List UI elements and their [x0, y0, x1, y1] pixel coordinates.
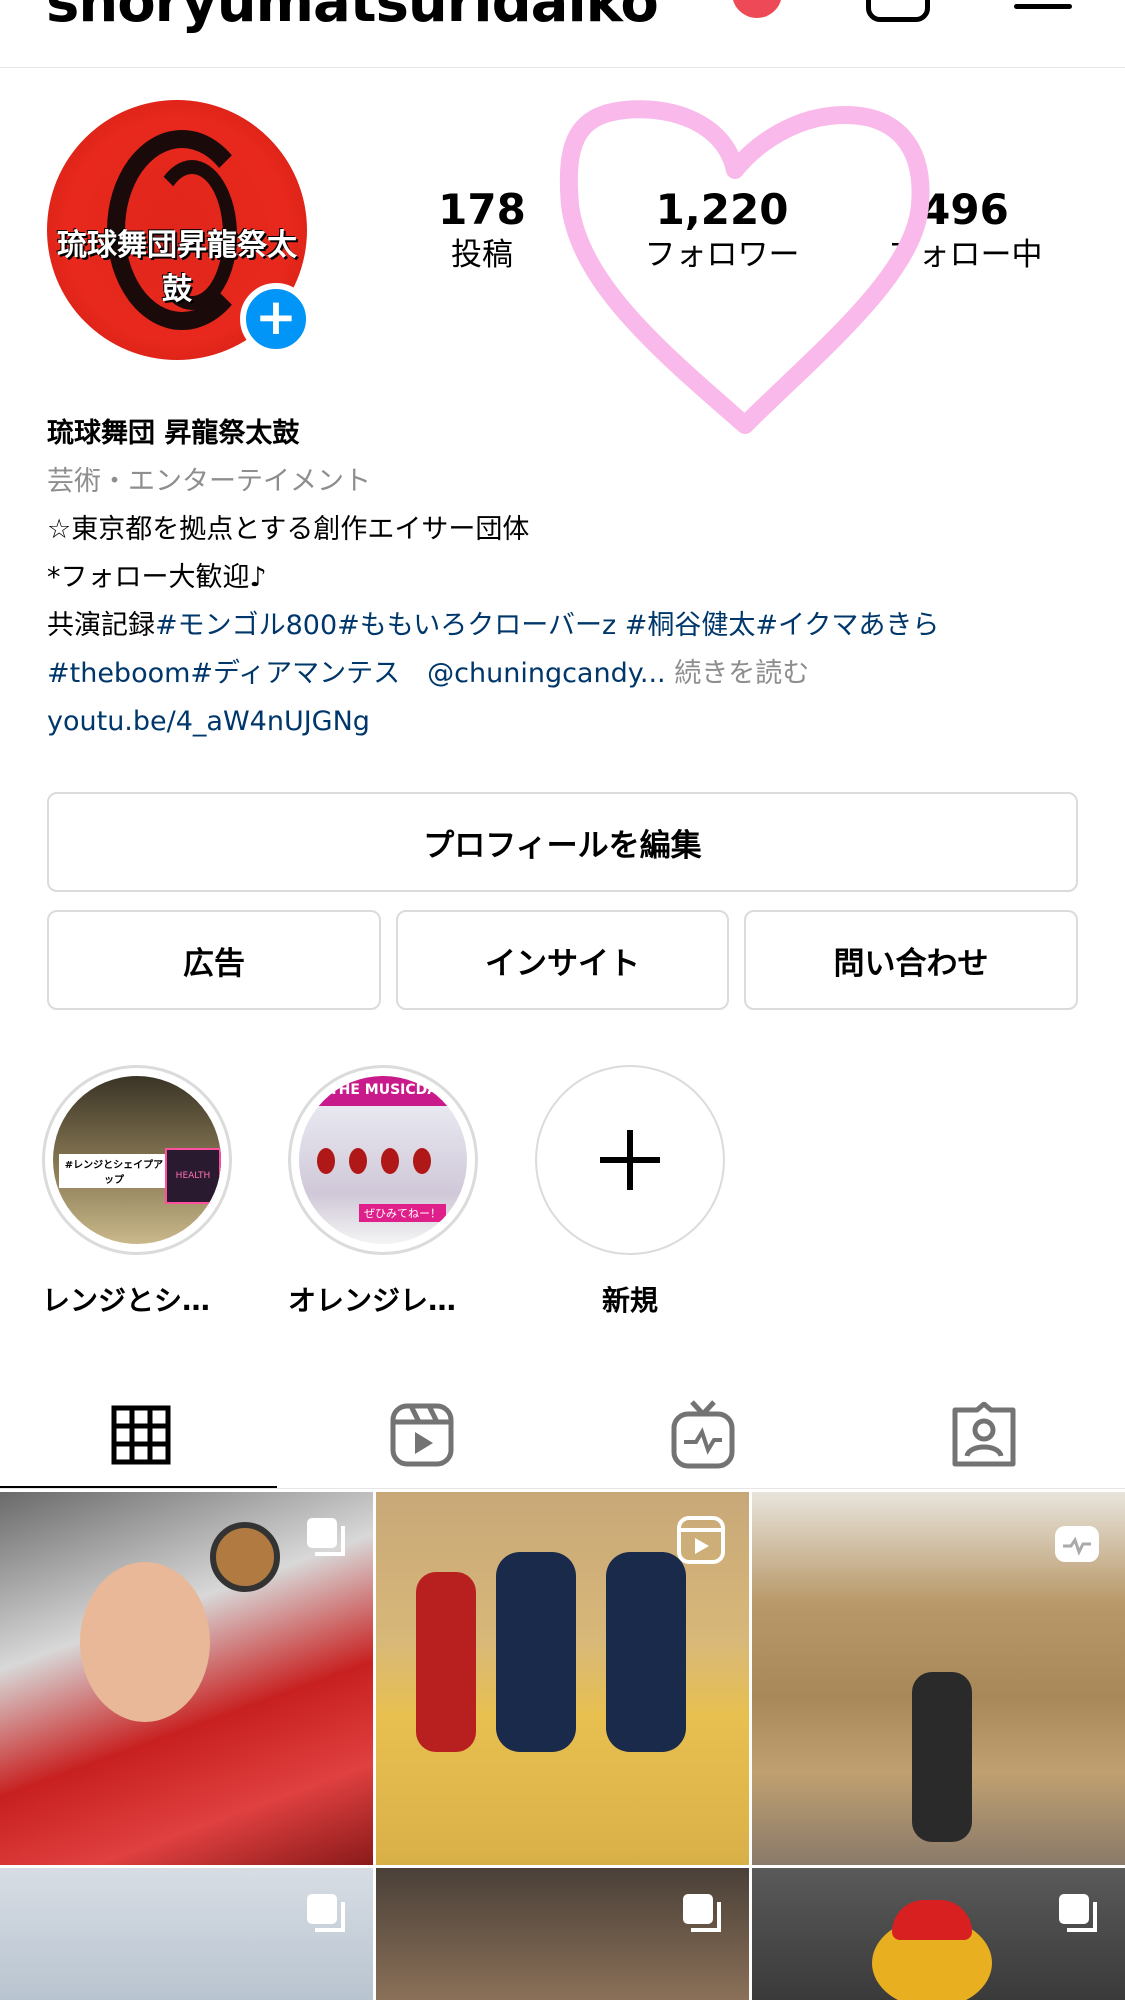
carousel-icon — [683, 1894, 721, 1932]
read-more-link[interactable]: 続きを読む — [674, 658, 809, 689]
stat-posts[interactable]: 178 投稿 — [372, 185, 592, 275]
reels-icon — [677, 1516, 725, 1564]
highlight-1-thumb-sign: HEALTH — [165, 1148, 221, 1204]
plus-icon — [535, 1065, 725, 1255]
post-2-dancer — [416, 1572, 476, 1752]
highlight-1-ring: #レンジとシェイプアップ HEALTH — [42, 1065, 232, 1255]
highlight-new-label: 新規 — [601, 1284, 658, 1317]
carousel-icon — [1059, 1894, 1097, 1932]
bio-line-3: 共演記録#モンゴル800#ももいろクローバーz #桐谷健太#イクマあきら — [47, 602, 1087, 650]
bio-line-3-prefix: 共演記録 — [47, 610, 155, 641]
post-1-face — [80, 1562, 210, 1722]
carousel-icon — [307, 1518, 345, 1556]
bio-line-2: *フォロー大歓迎♪ — [47, 562, 267, 593]
post-6[interactable] — [752, 1868, 1125, 2000]
highlight-1-thumbnail: #レンジとシェイプアップ HEALTH — [53, 1076, 221, 1244]
ads-button[interactable]: 広告 — [47, 910, 381, 1010]
tab-reels[interactable] — [281, 1380, 562, 1490]
igtv-icon — [1055, 1526, 1099, 1562]
insights-button[interactable]: インサイト — [396, 910, 729, 1010]
menu-icon[interactable] — [1014, 0, 1072, 14]
post-2-dancer — [496, 1552, 576, 1752]
post-6-cap — [892, 1900, 972, 1940]
highlight-2-thumb-caption: ぜひみてねー！ — [359, 1204, 446, 1222]
tagged-icon — [952, 1402, 1015, 1467]
highlight-1-label: レンジとシェ… — [42, 1284, 232, 1317]
drum-shape — [381, 1148, 399, 1174]
tabs-divider — [0, 1488, 1125, 1489]
bio-section: 琉球舞団 昇龍祭太鼓 芸術・エンターテイメント ☆東京都を拠点とする創作エイサー… — [47, 410, 1087, 746]
following-label: フォロー中 — [887, 237, 1043, 273]
post-2[interactable] — [376, 1492, 749, 1865]
post-1[interactable] — [0, 1492, 373, 1865]
followers-label: フォロワー — [644, 237, 800, 273]
profile-category: 芸術・エンターテイメント — [47, 466, 371, 497]
grid-icon — [111, 1405, 170, 1465]
stat-following[interactable]: 496 フォロー中 — [855, 185, 1075, 275]
post-1-drum — [210, 1522, 280, 1592]
posts-count: 178 — [438, 185, 526, 234]
tab-tagged[interactable] — [843, 1380, 1124, 1490]
igtv-icon — [671, 1400, 734, 1469]
top-bar: shoryumatsuridaiko — [0, 0, 1125, 68]
post-5[interactable] — [376, 1868, 749, 2000]
create-post-icon[interactable] — [866, 0, 930, 22]
carousel-icon — [307, 1894, 345, 1932]
drum-shape — [349, 1148, 367, 1174]
highlight-new[interactable]: 新規 — [535, 1065, 725, 1319]
profile-name: 琉球舞団 昇龍祭太鼓 — [47, 418, 300, 449]
posts-label: 投稿 — [451, 237, 513, 273]
highlight-2-ring: THE MUSICDAY ぜひみてねー！ — [288, 1065, 478, 1255]
bio-website-link[interactable]: youtu.be/4_aW4nUJGNg — [47, 698, 1087, 746]
contact-button[interactable]: 問い合わせ — [744, 910, 1078, 1010]
highlight-2-label: オレンジレン… — [288, 1284, 478, 1317]
highlight-2[interactable]: THE MUSICDAY ぜひみてねー！ オレンジレン… — [288, 1065, 478, 1319]
followers-count: 1,220 — [655, 185, 789, 234]
post-3-person — [912, 1672, 972, 1842]
highlight-1[interactable]: #レンジとシェイプアップ HEALTH レンジとシェ… — [42, 1065, 232, 1319]
bio-line-1: ☆東京都を拠点とする創作エイサー団体 — [47, 514, 530, 545]
tab-igtv[interactable] — [562, 1380, 843, 1490]
bio-line-4: #theboom#ディアマンテス @chuningcandy... 続きを読む — [47, 650, 1087, 698]
bio-ellipsis: ... — [639, 658, 666, 689]
bio-hashtags-2[interactable]: #theboom#ディアマンテス @chuningcandy — [47, 658, 640, 689]
bio-hashtags-1[interactable]: #モンゴル800#ももいろクローバーz #桐谷健太#イクマあきら — [155, 610, 939, 641]
post-4[interactable] — [0, 1868, 373, 2000]
highlight-1-thumb-text: #レンジとシェイプアップ — [59, 1154, 169, 1188]
add-story-plus-icon[interactable]: + — [240, 283, 312, 355]
highlight-2-thumbnail: THE MUSICDAY ぜひみてねー！ — [299, 1076, 467, 1244]
following-count: 496 — [921, 185, 1009, 234]
notification-dot — [732, 0, 782, 18]
username-title[interactable]: shoryumatsuridaiko — [46, 0, 659, 35]
reels-icon — [390, 1403, 453, 1467]
edit-profile-button[interactable]: プロフィールを編集 — [47, 792, 1078, 892]
drum-shape — [413, 1148, 431, 1174]
drum-shape — [317, 1148, 335, 1174]
stat-followers[interactable]: 1,220 フォロワー — [612, 185, 832, 275]
post-2-dancer — [606, 1552, 686, 1752]
highlight-2-thumb-title: THE MUSICDAY — [329, 1082, 447, 1098]
tab-grid[interactable] — [0, 1380, 281, 1490]
post-3[interactable] — [752, 1492, 1125, 1865]
